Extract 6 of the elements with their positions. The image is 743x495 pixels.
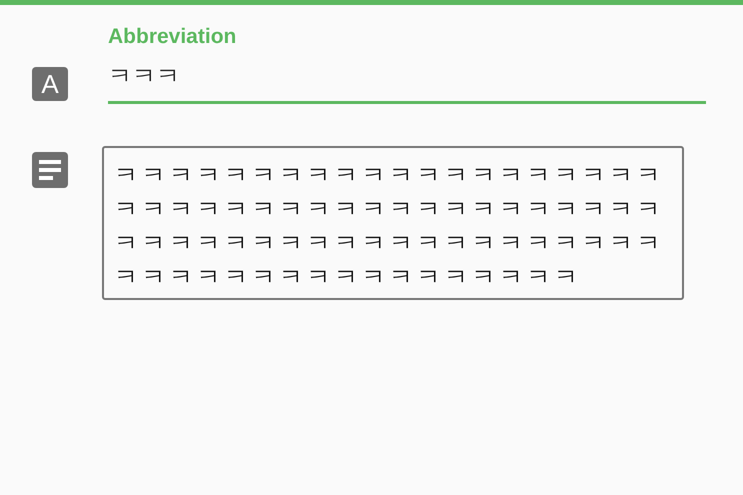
field-label: Abbreviation — [108, 25, 238, 49]
description-field[interactable]: ㅋㅋㅋㅋㅋㅋㅋㅋㅋㅋㅋㅋㅋㅋㅋㅋㅋㅋㅋㅋㅋㅋㅋㅋㅋㅋㅋㅋㅋㅋㅋㅋㅋㅋㅋㅋㅋㅋㅋㅋㅋㅋㅋㅋㅋㅋㅋㅋㅋㅋㅋㅋㅋㅋㅋㅋㅋㅋㅋㅋㅋㅋㅋㅋㅋㅋㅋㅋㅋㅋㅋㅋㅋㅋㅋㅋㅋ — [102, 146, 684, 300]
abbreviation-field[interactable]: Abbreviation ㅋㅋㅋ — [108, 25, 706, 104]
field-value: ㅋㅋㅋ — [108, 61, 181, 92]
notes-icon — [32, 152, 68, 188]
letter-icon: A — [32, 67, 68, 101]
